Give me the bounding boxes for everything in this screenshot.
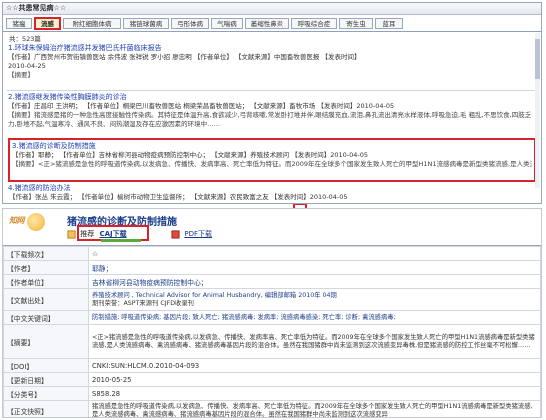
affiliation-link[interactable]: 吉林省柳河县动物疫病预防控制中心； bbox=[92, 279, 208, 287]
divider bbox=[7, 90, 539, 91]
logo-emblem-icon bbox=[27, 213, 45, 231]
journal-honors: 期刊荣誉：ASPT来源刊 CJFD收录刊 bbox=[92, 299, 194, 307]
result-title-link[interactable]: 2.猪流感继发猪传染性胸膜肺炎的诊治 bbox=[8, 92, 536, 102]
field-label: 【中文关键词】 bbox=[3, 310, 89, 325]
update-date: 2010-05-25 bbox=[88, 372, 541, 387]
site-logo: 知网 bbox=[9, 213, 47, 233]
tab-toxoplasmosis[interactable]: 弓形体病 bbox=[171, 18, 209, 29]
result-item-2: 2.猪流感继发猪传染性胸膜肺炎的诊治 【作者】庄昌印 王洪明； 【作者单位】桐梁… bbox=[8, 92, 536, 136]
logo-text: 知网 bbox=[9, 216, 25, 225]
category-tabs: 猪瘟 流感 附红细胞体病 猪链球菌病 弓形体病 气喘病 萎缩性鼻炎 呼吸综合症 … bbox=[3, 15, 541, 32]
field-label: 【下载频次】 bbox=[3, 246, 89, 261]
vertical-scrollbar[interactable] bbox=[535, 33, 540, 188]
journal-source-link[interactable]: 养殖技术顾问 , Technical Advisor for Animal Hu… bbox=[92, 292, 537, 300]
tab-atrophic-rhinitis[interactable]: 萎缩性鼻炎 bbox=[245, 18, 289, 29]
field-label: 【更新日期】 bbox=[3, 372, 89, 387]
field-label: 【作者单位】 bbox=[3, 274, 89, 289]
field-label: 【摘要】 bbox=[3, 324, 89, 359]
tab-mycoplasma[interactable]: 气喘病 bbox=[211, 18, 243, 29]
abstract-text: <正>猪流感是急性的呼吸道传染病,以发病急、传播快、发病率高、死亡率低为特征。而… bbox=[88, 324, 541, 359]
caj-file-icon bbox=[67, 229, 76, 239]
snapshot-text: 猪流感是急性的呼吸道传染病,以发病急、传播快、发病率高、死亡率低为特征。而200… bbox=[88, 400, 541, 417]
tab-eperythrozoonosis[interactable]: 附红细胞体病 bbox=[63, 18, 121, 29]
tab-streptococcus[interactable]: 猪链球菌病 bbox=[123, 18, 169, 29]
field-label: 【文献出处】 bbox=[3, 288, 89, 311]
caj-underline-bar bbox=[101, 239, 141, 242]
tab-influenza[interactable]: 流感 bbox=[34, 17, 61, 30]
result-meta: 【作者】张丛 朱云霞； 【作者单位】榆树市动物卫生监督所； 【文献来源】农民致富… bbox=[9, 193, 348, 201]
tab-blue-ear[interactable]: 蓝耳 bbox=[375, 18, 403, 29]
article-detail-panel: 知网 猪流感的诊断及防制措施 推荐 CAJ下载 PDF下载 【下载频次】 ☆ 【… bbox=[2, 208, 542, 418]
result-title-link[interactable]: 3.猪流感的诊断及防制措施 bbox=[12, 141, 532, 151]
tab-parasites[interactable]: 寄生虫 bbox=[339, 18, 373, 29]
results-panel: ☆☆共患常见病☆☆ 猪瘟 流感 附红细胞体病 猪链球菌病 弓形体病 气喘病 萎缩… bbox=[2, 2, 542, 204]
pdf-download-link[interactable]: PDF下载 bbox=[184, 230, 212, 238]
result-item-3-highlighted: 3.猪流感的诊断及防制措施 【作者】耶静； 【作者单位】吉林省柳河县动物疫病预防… bbox=[8, 138, 536, 182]
result-item-4: 4.猪流感的防治办法 bbox=[8, 183, 536, 191]
result-title-link[interactable]: 4.猪流感的防治办法 bbox=[8, 183, 536, 191]
result-abstract: 【摘要】猪流感是猪的一种急性高度接触性传染病。其特征是体温升高,食欲减少,弓背咳… bbox=[8, 111, 532, 128]
result-meta: 【作者】广西贺州市贺街镇兽医站 余伟波 张祥锐 罗小招 廖忠明 【作者单位】 【… bbox=[8, 53, 361, 61]
article-info-table: 【下载频次】 ☆ 【作者】 耶静； 【作者单位】 吉林省柳河县动物疫病预防控制中… bbox=[3, 246, 541, 417]
result-date: 2010-04-25 bbox=[8, 62, 46, 70]
panel-title: ☆☆共患常见病☆☆ bbox=[3, 3, 541, 15]
result-meta: 【作者】庄昌印 王洪明； 【作者单位】桐梁巴川畜牧兽医站 桐梁荣昌畜牧兽医站； … bbox=[8, 102, 395, 110]
download-frequency-star: ☆ bbox=[88, 246, 541, 261]
tab-respiratory-syndrome[interactable]: 呼吸综合症 bbox=[291, 18, 337, 29]
result-title-link[interactable]: 1.环球朱保姆治疗猪流感并发猪巴氏杆菌临床报告 bbox=[8, 43, 536, 53]
field-label: 【DOI】 bbox=[3, 358, 89, 373]
field-label: 【正文快照】 bbox=[3, 400, 89, 417]
pdf-file-icon bbox=[171, 229, 180, 239]
result-abstract: 【摘要】<正>猪流感是急性的呼吸道传染病,以发病急、传播快、发病率高、死亡率低为… bbox=[12, 160, 532, 168]
doi-value: CNKI:SUN:HLCM.0.2010-04-093 bbox=[88, 358, 541, 373]
author-link[interactable]: 耶静； bbox=[92, 265, 112, 273]
field-label: 【作者】 bbox=[3, 260, 89, 275]
result-item-1: 1.环球朱保姆治疗猪流感并发猪巴氏杆菌临床报告 【作者】广西贺州市贺街镇兽医站 … bbox=[8, 43, 536, 80]
scrollbar-thumb[interactable] bbox=[535, 39, 540, 79]
classification-number: S858.28 bbox=[88, 386, 541, 401]
field-label: 【分类号】 bbox=[3, 386, 89, 401]
tab-swine-fever[interactable]: 猪瘟 bbox=[6, 18, 32, 29]
result-meta: 【作者】耶静； 【作者单位】吉林省柳河县动物疫病预防控制中心； 【文献来源】养殖… bbox=[12, 151, 368, 159]
result-abstract: 【摘要】 bbox=[8, 71, 34, 79]
result-count: 共：523篇 bbox=[9, 35, 41, 43]
keyword-links[interactable]: 防制措施; 呼吸道传染病; 基因片段; 致人死亡; 猪流感病毒; 发病率; 流感… bbox=[92, 314, 396, 321]
